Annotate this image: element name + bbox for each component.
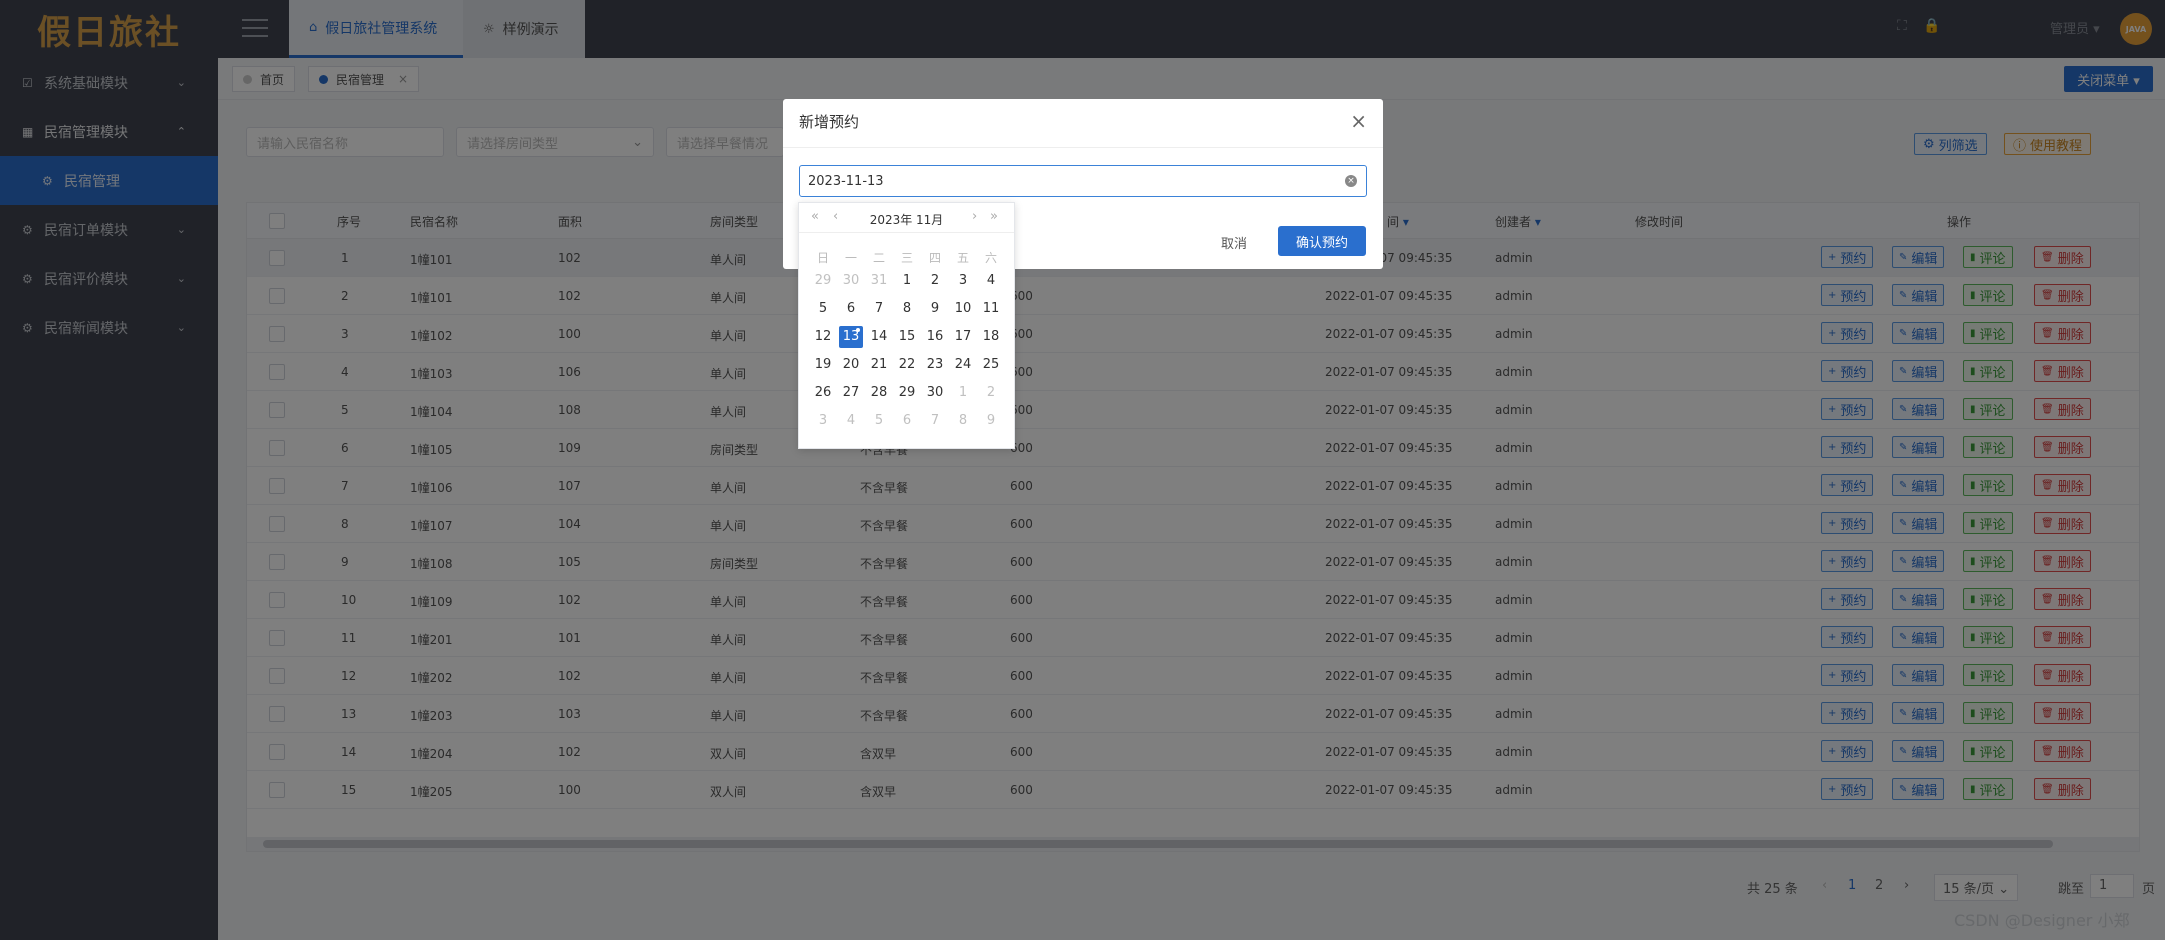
calendar-header: « ‹ 2023年 11月 › » xyxy=(799,203,1014,233)
calendar-day[interactable]: 6 xyxy=(839,298,863,320)
calendar-day[interactable]: 23 xyxy=(923,354,947,376)
weekday-label: 一 xyxy=(844,251,857,265)
next-year-icon[interactable]: » xyxy=(990,209,998,224)
calendar-day-selected[interactable]: 13 xyxy=(839,326,863,348)
calendar-day[interactable]: 18 xyxy=(979,326,1003,348)
calendar-day[interactable]: 7 xyxy=(923,410,947,432)
modal-title: 新增预约 xyxy=(799,113,860,131)
calendar-day[interactable]: 4 xyxy=(839,410,863,432)
calendar-day[interactable]: 21 xyxy=(867,354,891,376)
calendar-day[interactable]: 5 xyxy=(811,298,835,320)
weekday-label: 三 xyxy=(900,251,913,265)
calendar-day[interactable]: 31 xyxy=(867,270,891,292)
close-icon[interactable]: × xyxy=(1350,109,1367,133)
weekday-label: 日 xyxy=(816,251,829,265)
calendar-day[interactable]: 10 xyxy=(951,298,975,320)
calendar-day[interactable]: 3 xyxy=(951,270,975,292)
calendar-day[interactable]: 27 xyxy=(839,382,863,404)
calendar-day[interactable]: 3 xyxy=(811,410,835,432)
calendar-day[interactable]: 1 xyxy=(895,270,919,292)
weekday-label: 二 xyxy=(872,251,885,265)
calendar-day[interactable]: 29 xyxy=(895,382,919,404)
weekday-label: 五 xyxy=(956,251,969,265)
calendar-day[interactable]: 26 xyxy=(811,382,835,404)
calendar-day[interactable]: 5 xyxy=(867,410,891,432)
calendar-day[interactable]: 30 xyxy=(923,382,947,404)
calendar-day[interactable]: 12 xyxy=(811,326,835,348)
calendar-day[interactable]: 8 xyxy=(895,298,919,320)
calendar-day[interactable]: 29 xyxy=(811,270,835,292)
calendar-day[interactable]: 19 xyxy=(811,354,835,376)
weekday-label: 六 xyxy=(984,251,997,265)
calendar-day[interactable]: 9 xyxy=(923,298,947,320)
confirm-booking-button[interactable]: 确认预约 xyxy=(1278,226,1366,256)
calendar-day[interactable]: 2 xyxy=(979,382,1003,404)
calendar-day[interactable]: 8 xyxy=(951,410,975,432)
weekday-label: 四 xyxy=(928,251,941,265)
calendar-day[interactable]: 2 xyxy=(923,270,947,292)
next-month-icon[interactable]: › xyxy=(972,209,977,224)
calendar-day[interactable]: 9 xyxy=(979,410,1003,432)
calendar-day[interactable]: 1 xyxy=(951,382,975,404)
calendar-day[interactable]: 7 xyxy=(867,298,891,320)
calendar-day[interactable]: 22 xyxy=(895,354,919,376)
calendar-day[interactable]: 28 xyxy=(867,382,891,404)
clear-icon[interactable]: × xyxy=(1345,175,1357,187)
calendar-day[interactable]: 11 xyxy=(979,298,1003,320)
calendar-day[interactable]: 25 xyxy=(979,354,1003,376)
calendar-day[interactable]: 20 xyxy=(839,354,863,376)
cancel-button[interactable]: 取消 xyxy=(1221,233,1247,252)
date-input-value: 2023-11-13 xyxy=(808,173,884,189)
calendar-day[interactable]: 15 xyxy=(895,326,919,348)
date-picker-popup: « ‹ 2023年 11月 › » 日一二三四五六 29 30 31 1 2 3 4 5 6 7 8 9… xyxy=(798,202,1015,449)
calendar-day[interactable]: 14 xyxy=(867,326,891,348)
calendar-day[interactable]: 17 xyxy=(951,326,975,348)
calendar-title[interactable]: 2023年 11月 xyxy=(799,211,1014,228)
calendar-day[interactable]: 30 xyxy=(839,270,863,292)
date-input[interactable]: 2023-11-13 × xyxy=(799,165,1367,197)
calendar-day[interactable]: 24 xyxy=(951,354,975,376)
calendar-day[interactable]: 6 xyxy=(895,410,919,432)
calendar-day[interactable]: 4 xyxy=(979,270,1003,292)
calendar-day[interactable]: 16 xyxy=(923,326,947,348)
modal-divider xyxy=(783,147,1383,148)
